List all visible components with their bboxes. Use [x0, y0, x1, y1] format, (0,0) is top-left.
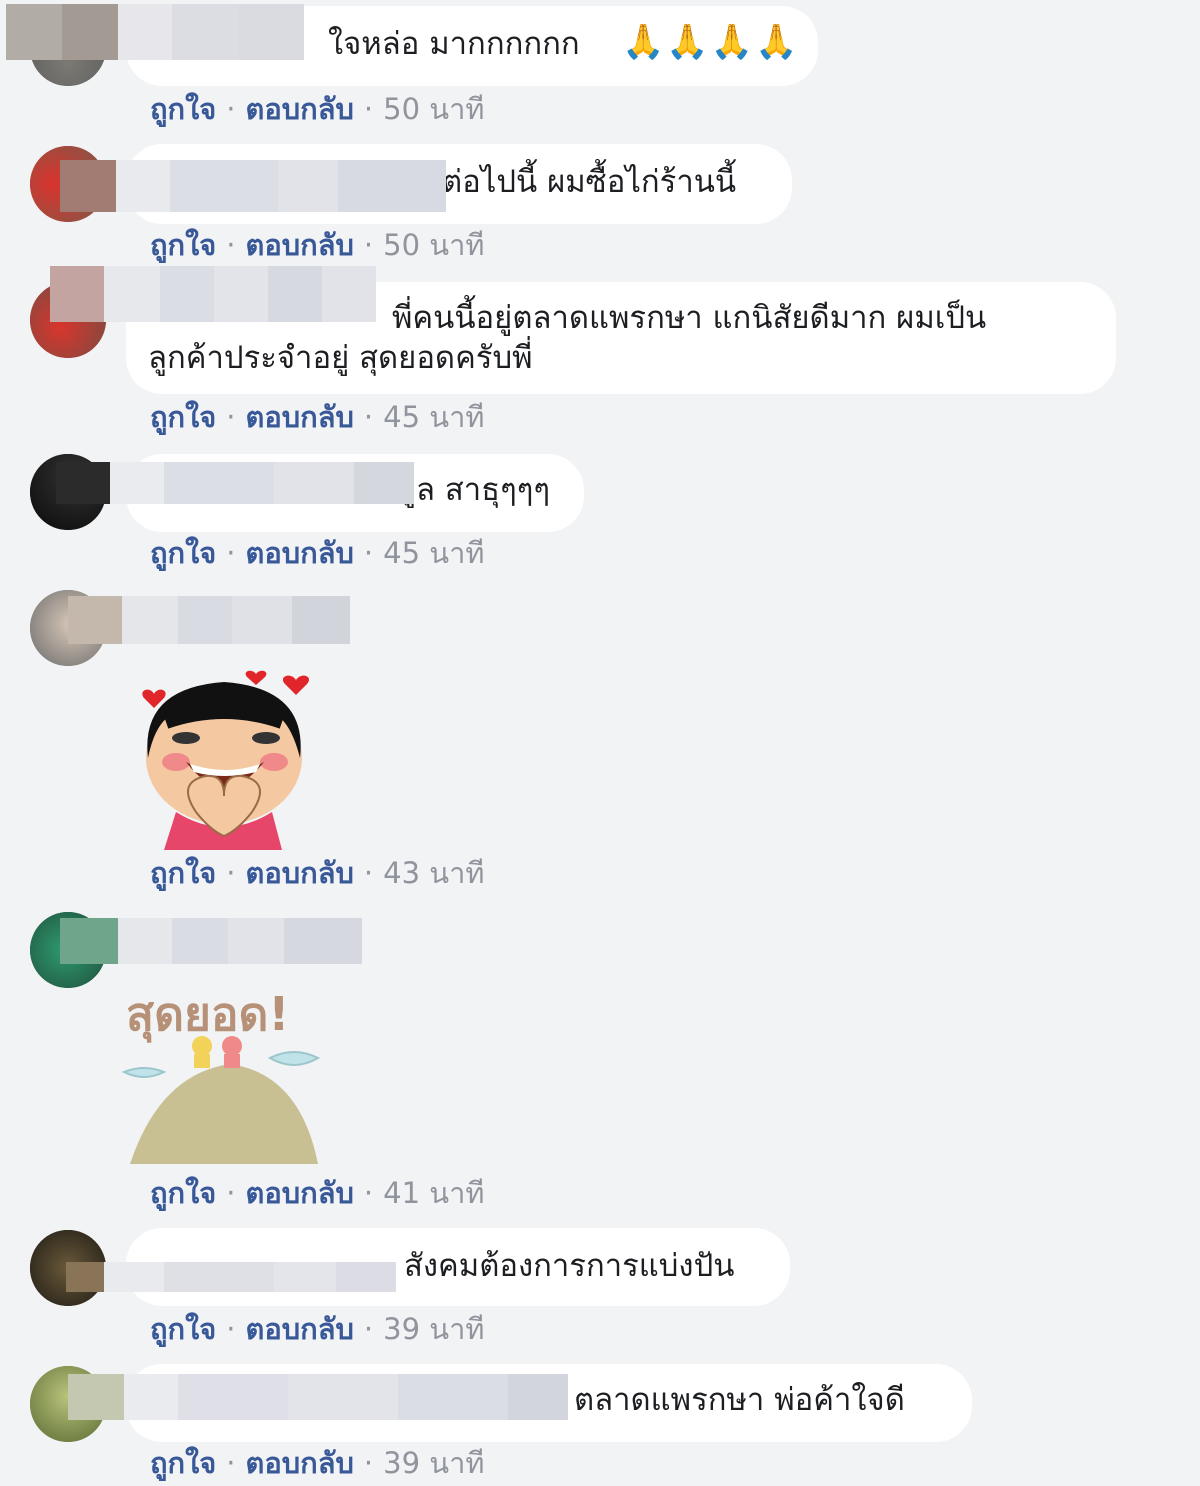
like-link[interactable]: ถูกใจ	[150, 400, 216, 434]
comment-text: ใจหล่อ มากกกกกก	[328, 26, 580, 62]
comment-text: ต่อไปนี้ ผมซื้อไก่ร้านนี้	[442, 164, 737, 200]
like-link[interactable]: ถูกใจ	[150, 1312, 216, 1346]
like-link[interactable]: ถูกใจ	[150, 228, 216, 262]
comment-time[interactable]: 50 นาที	[383, 92, 484, 126]
blurred-name	[68, 596, 350, 644]
hill-illustration	[121, 1036, 321, 1164]
comment-actions: ถูกใจ · ตอบกลับ · 45 นาที	[150, 530, 484, 576]
separator: ·	[226, 1312, 236, 1346]
comment-time[interactable]: 43 นาที	[383, 856, 484, 890]
comment-time[interactable]: 39 นาที	[383, 1312, 484, 1346]
comment-text: ูล สาธุๆๆๆ	[416, 472, 551, 508]
comment-text-line2: ลูกค้าประจำอยู่ สุดยอดครับพี่	[148, 340, 533, 376]
blurred-name	[68, 1374, 568, 1420]
comment-time[interactable]: 39 นาที	[383, 1446, 484, 1480]
blurred-name	[60, 918, 362, 964]
comment-actions: ถูกใจ · ตอบกลับ · 39 นาที	[150, 1440, 484, 1486]
blurred-name	[50, 266, 376, 322]
comment-actions: ถูกใจ · ตอบกลับ · 43 นาที	[150, 850, 484, 896]
separator: ·	[363, 228, 374, 262]
congrats-sticker[interactable]: สุดยอด!	[120, 978, 330, 1174]
blurred-name	[66, 1262, 396, 1292]
separator: ·	[363, 1312, 374, 1346]
reply-link[interactable]: ตอบกลับ	[246, 400, 354, 434]
like-link[interactable]: ถูกใจ	[150, 92, 216, 126]
comment-actions: ถูกใจ · ตอบกลับ · 39 นาที	[150, 1306, 484, 1352]
blurred-name	[60, 160, 446, 212]
praying-hands-emoji: 🙏🙏🙏🙏	[622, 22, 800, 62]
separator: ·	[226, 400, 236, 434]
reply-link[interactable]: ตอบกลับ	[246, 536, 354, 570]
separator: ·	[363, 1176, 374, 1210]
reply-link[interactable]: ตอบกลับ	[246, 92, 354, 126]
comment-actions: ถูกใจ · ตอบกลับ · 50 นาที	[150, 222, 484, 268]
comment-text: พี่คนนี้อยู่ตลาดแพรกษา แกนิสัยดีมาก ผมเป…	[392, 300, 987, 336]
separator: ·	[363, 856, 374, 890]
comment-actions: ถูกใจ · ตอบกลับ · 41 นาที	[150, 1170, 484, 1216]
separator: ·	[226, 92, 236, 126]
heart-hands-girl-sticker[interactable]	[126, 662, 322, 850]
reply-link[interactable]: ตอบกลับ	[246, 1446, 354, 1480]
comment-actions: ถูกใจ · ตอบกลับ · 50 นาที	[150, 86, 484, 132]
reply-link[interactable]: ตอบกลับ	[246, 1176, 354, 1210]
comment-actions: ถูกใจ · ตอบกลับ · 45 นาที	[150, 394, 484, 440]
blurred-name	[6, 4, 304, 60]
like-link[interactable]: ถูกใจ	[150, 1446, 216, 1480]
like-link[interactable]: ถูกใจ	[150, 536, 216, 570]
separator: ·	[363, 1446, 374, 1480]
separator: ·	[363, 92, 374, 126]
reply-link[interactable]: ตอบกลับ	[246, 228, 354, 262]
separator: ·	[226, 1446, 236, 1480]
comment-text: ตลาดแพรกษา พ่อค้าใจดี	[574, 1382, 905, 1418]
comment-text: สังคมต้องการการแบ่งปัน	[404, 1248, 735, 1284]
comment-time[interactable]: 50 นาที	[383, 228, 484, 262]
comment-time[interactable]: 45 นาที	[383, 536, 484, 570]
blurred-name	[56, 462, 414, 504]
separator: ·	[363, 400, 374, 434]
separator: ·	[226, 536, 236, 570]
like-link[interactable]: ถูกใจ	[150, 1176, 216, 1210]
reply-link[interactable]: ตอบกลับ	[246, 1312, 354, 1346]
comment-thread: { "actions": { "like": "ถูกใจ", "reply":…	[0, 0, 1200, 1480]
comment-time[interactable]: 41 นาที	[383, 1176, 484, 1210]
separator: ·	[226, 1176, 236, 1210]
separator: ·	[226, 856, 236, 890]
like-link[interactable]: ถูกใจ	[150, 856, 216, 890]
reply-link[interactable]: ตอบกลับ	[246, 856, 354, 890]
separator: ·	[363, 536, 374, 570]
comment-time[interactable]: 45 นาที	[383, 400, 484, 434]
separator: ·	[226, 228, 236, 262]
